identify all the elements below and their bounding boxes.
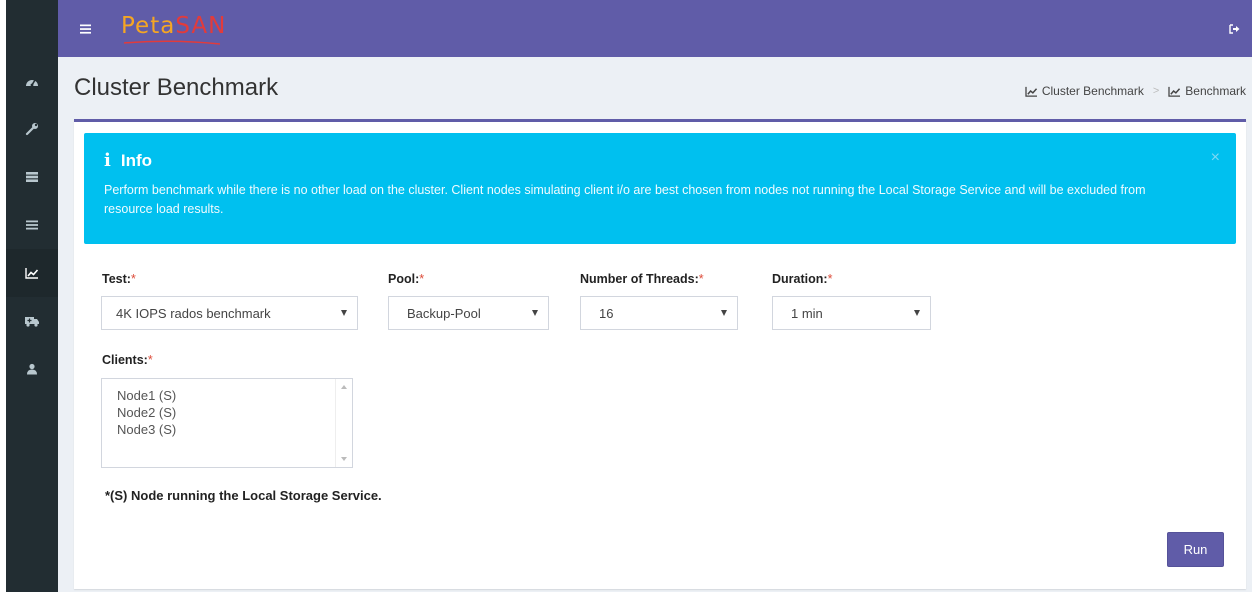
threads-select-value: 16 [599, 305, 614, 321]
required-mark: * [827, 272, 833, 286]
breadcrumb-label: Benchmark [1185, 84, 1246, 98]
breadcrumb-benchmark[interactable]: Benchmark [1168, 84, 1246, 98]
client-option[interactable]: Node1 (S) [102, 387, 352, 404]
required-mark: * [419, 272, 425, 286]
clients-label: Clients:* [102, 353, 153, 367]
wrench-icon [25, 123, 38, 136]
threads-label: Number of Threads:* [580, 272, 704, 286]
sidebar-item-manage-nodes[interactable] [6, 153, 58, 201]
page-title: Cluster Benchmark [74, 74, 279, 101]
server-icon [26, 172, 38, 182]
sign-out-icon [1229, 24, 1240, 34]
sidebar-item-users[interactable] [6, 345, 58, 393]
clients-label-text: Clients: [102, 353, 148, 367]
alert-title-text: Info [120, 150, 152, 170]
sidebar [6, 0, 58, 592]
logo-text-peta: Peta [121, 13, 176, 39]
logo-text-san: SAN [175, 13, 227, 39]
sidebar-toggle-button[interactable] [80, 21, 91, 39]
breadcrumb: Cluster Benchmark > Benchmark [1025, 84, 1246, 98]
client-option[interactable]: Node2 (S) [102, 404, 352, 421]
duration-label-text: Duration: [772, 272, 828, 286]
petasan-logo[interactable]: PetaSAN [121, 13, 226, 39]
pool-label-text: Pool: [388, 272, 420, 286]
threads-select[interactable]: 16 [580, 296, 738, 330]
ambulance-icon [25, 317, 39, 327]
sidebar-item-benchmark[interactable] [6, 249, 58, 297]
list-icon [26, 220, 38, 230]
pool-select-value: Backup-Pool [407, 305, 481, 321]
client-option[interactable]: Node3 (S) [102, 421, 352, 438]
test-label-text: Test: [102, 272, 131, 286]
line-chart-icon [25, 268, 39, 279]
breadcrumb-label: Cluster Benchmark [1041, 84, 1144, 98]
hamburger-icon [80, 24, 91, 34]
breadcrumb-separator: > [1152, 85, 1160, 97]
chevron-down-icon [341, 310, 347, 316]
chevron-down-icon [721, 310, 727, 316]
sidebar-item-manage-disks[interactable] [6, 201, 58, 249]
duration-select[interactable]: 1 min [772, 296, 931, 330]
scroll-up-icon[interactable] [341, 385, 347, 389]
storage-service-note: *(S) Node running the Local Storage Serv… [105, 488, 382, 503]
threads-label-text: Number of Threads: [580, 272, 699, 286]
required-mark: * [698, 272, 704, 286]
test-select-value: 4K IOPS rados benchmark [116, 305, 271, 321]
run-button[interactable]: Run [1167, 532, 1224, 567]
line-chart-icon [1025, 86, 1037, 97]
scroll-down-icon[interactable] [341, 457, 347, 461]
info-icon: i [104, 150, 111, 171]
user-icon [27, 363, 37, 375]
duration-select-value: 1 min [791, 305, 823, 321]
logout-button[interactable] [1229, 21, 1240, 39]
pool-select[interactable]: Backup-Pool [388, 296, 549, 330]
pool-label: Pool:* [388, 272, 424, 286]
clients-multiselect[interactable]: Node1 (S) Node2 (S) Node3 (S) [101, 378, 353, 468]
alert-message: Perform benchmark while there is no othe… [104, 183, 1146, 216]
test-label: Test:* [102, 272, 136, 286]
duration-label: Duration:* [772, 272, 832, 286]
line-chart-icon [1168, 86, 1181, 97]
listbox-scrollbar[interactable] [335, 379, 352, 467]
info-alert: i Info Perform benchmark while there is … [84, 133, 1236, 244]
sidebar-header [6, 0, 58, 57]
alert-close-button[interactable]: × [1211, 149, 1220, 167]
benchmark-box: i Info Perform benchmark while there is … [74, 119, 1246, 589]
chevron-down-icon [532, 310, 538, 316]
chevron-down-icon [914, 310, 920, 316]
sidebar-item-configuration[interactable] [6, 105, 58, 153]
alert-title: i Info [104, 150, 1216, 171]
logo-swoosh-icon [123, 40, 221, 45]
test-select[interactable]: 4K IOPS rados benchmark [101, 296, 358, 330]
dashboard-icon [26, 79, 38, 87]
required-mark: * [130, 272, 136, 286]
sidebar-item-maintenance[interactable] [6, 297, 58, 345]
sidebar-item-dashboard[interactable] [6, 57, 58, 105]
required-mark: * [147, 353, 153, 367]
top-navbar: PetaSAN [58, 0, 1252, 57]
breadcrumb-cluster-benchmark[interactable]: Cluster Benchmark [1025, 84, 1144, 98]
